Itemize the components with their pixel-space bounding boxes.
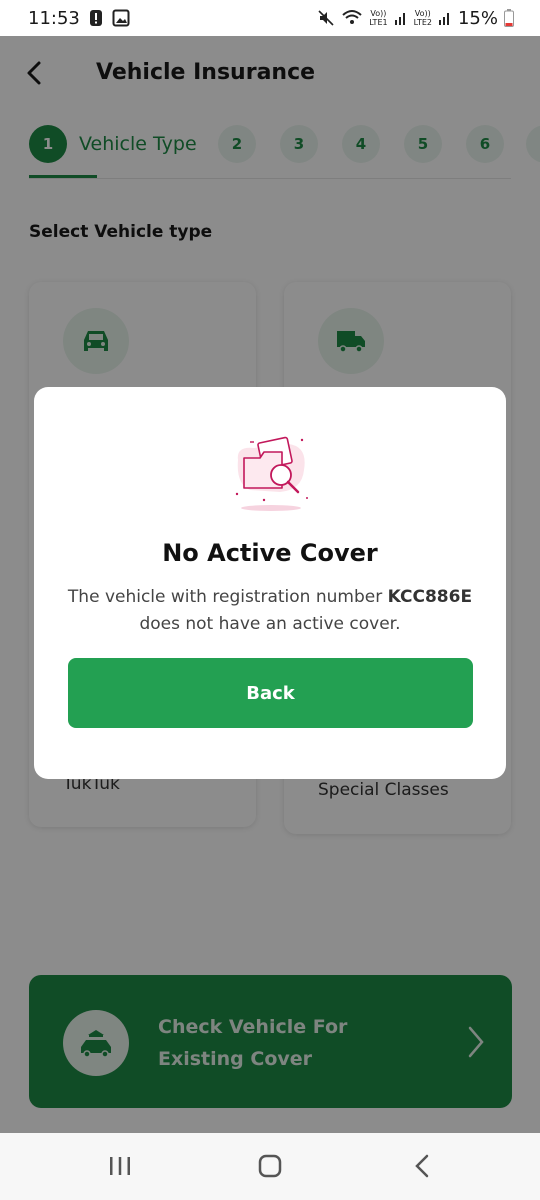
dialog-message-prefix: The vehicle with registration number xyxy=(67,587,388,607)
dialog-title: No Active Cover xyxy=(162,539,378,567)
dialog-message: The vehicle with registration number KCC… xyxy=(58,584,482,638)
mute-icon xyxy=(318,10,334,26)
gallery-icon xyxy=(112,9,130,27)
alert-icon xyxy=(89,10,102,26)
nav-back-icon[interactable] xyxy=(412,1153,432,1179)
battery-percent: 15% xyxy=(457,7,498,29)
dialog-message-suffix: does not have an active cover. xyxy=(139,614,401,634)
status-bar: 11:53 Vo)) LTE1 Vo)) LTE2 15% xyxy=(0,0,540,36)
recents-icon[interactable] xyxy=(108,1153,132,1179)
system-nav-bar xyxy=(0,1133,540,1200)
signal1-icon xyxy=(394,13,405,25)
wifi-icon xyxy=(342,10,362,24)
signal2-icon xyxy=(438,13,449,25)
volte2-label: Vo)) LTE2 xyxy=(413,9,432,27)
registration-number: KCC886E xyxy=(387,587,473,607)
no-cover-dialog: No Active Cover The vehicle with registr… xyxy=(34,387,506,779)
folder-search-icon xyxy=(235,436,308,511)
volte1-label: Vo)) LTE1 xyxy=(369,9,388,27)
back-button[interactable]: Back xyxy=(68,658,473,728)
battery-icon xyxy=(504,9,514,27)
clock: 11:53 xyxy=(28,7,80,29)
home-icon[interactable] xyxy=(258,1153,282,1179)
